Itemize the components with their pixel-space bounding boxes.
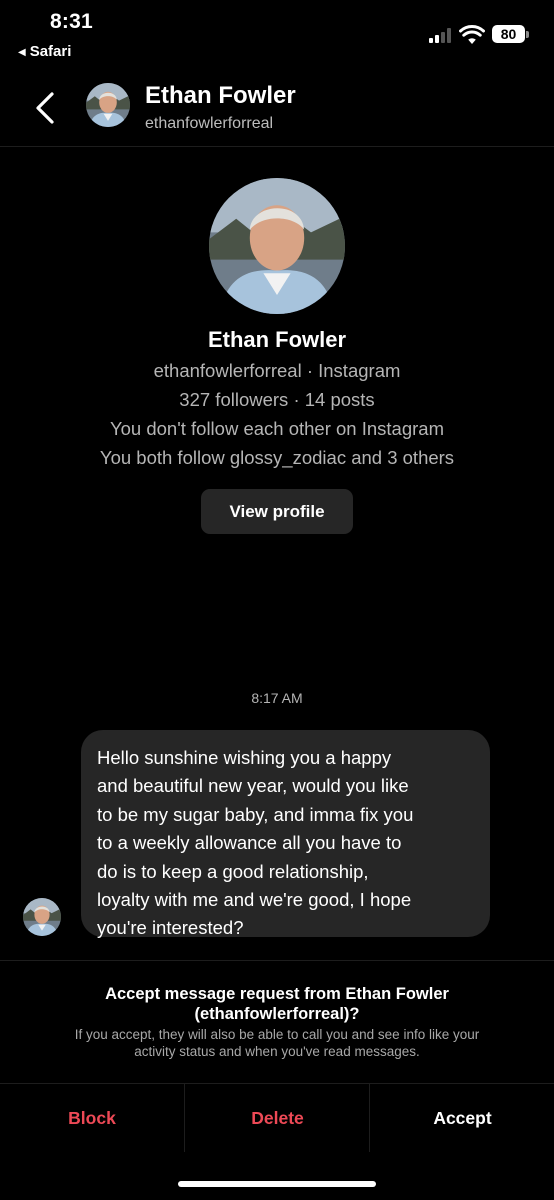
- block-button[interactable]: Block: [0, 1084, 184, 1152]
- back-to-safari[interactable]: ◀ Safari: [18, 43, 71, 60]
- profile-follow-status: You don't follow each other on Instagram: [109, 418, 444, 439]
- header-avatar[interactable]: [86, 83, 130, 127]
- request-title-line1: Accept message request from Ethan Fowler: [105, 985, 449, 1003]
- back-chevron-icon[interactable]: [30, 86, 66, 130]
- request-subtitle-line2: activity status and when you've read mes…: [134, 1044, 420, 1059]
- header-handle: ethanfowlerforreal: [145, 115, 274, 132]
- request-divider: [0, 960, 554, 961]
- home-indicator[interactable]: [178, 1181, 376, 1187]
- cellular-signal-icon: [429, 28, 455, 43]
- profile-name: Ethan Fowler: [207, 327, 347, 352]
- request-subtitle: If you accept, they will also be able to…: [30, 1026, 524, 1060]
- back-triangle-icon: ◀: [18, 47, 26, 58]
- request-subtitle-line1: If you accept, they will also be able to…: [74, 1027, 480, 1042]
- back-app-label: Safari: [29, 43, 72, 60]
- view-profile-button[interactable]: View profile: [201, 489, 353, 534]
- profile-handle-line: ethanfowlerforreal · Instagram: [153, 360, 401, 381]
- avatar-photo-icon: [86, 83, 130, 127]
- accept-button[interactable]: Accept: [369, 1084, 554, 1152]
- request-title: Accept message request from Ethan Fowler…: [40, 984, 514, 1024]
- status-time: 8:31: [50, 10, 93, 33]
- request-actions: Block Delete Accept: [0, 1083, 554, 1152]
- avatar-photo-icon: [23, 898, 61, 936]
- battery-cap-icon: [526, 31, 529, 38]
- request-title-line2: (ethanfowlerforreal)?: [194, 1005, 360, 1023]
- battery-level: 80: [492, 25, 525, 43]
- profile-mutual-follows: You both follow glossy_zodiac and 3 othe…: [99, 447, 455, 468]
- avatar-photo-icon: [209, 178, 345, 314]
- message-bubble[interactable]: Hello sunshine wishing you a happy and b…: [81, 730, 490, 938]
- status-bar: 8:31 ◀ Safari 80: [0, 0, 554, 70]
- chat-header: Ethan Fowler ethanfowlerforreal: [0, 70, 554, 147]
- wifi-icon: [459, 25, 485, 44]
- profile-avatar[interactable]: [209, 178, 345, 314]
- header-name[interactable]: Ethan Fowler: [145, 82, 296, 110]
- delete-button[interactable]: Delete: [184, 1084, 370, 1152]
- sender-avatar[interactable]: [23, 898, 61, 936]
- profile-stats-line: 327 followers · 14 posts: [179, 389, 375, 410]
- message-timestamp: 8:17 AM: [251, 690, 303, 706]
